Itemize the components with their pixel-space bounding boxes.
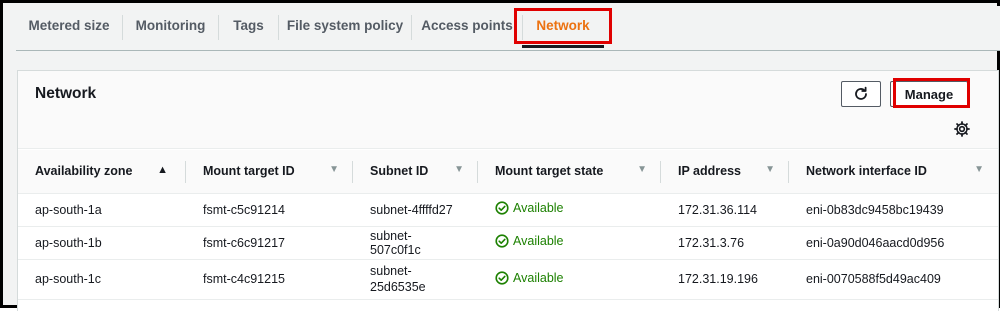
column-header-subnet-id[interactable]: Subnet ID ▼ xyxy=(353,150,478,194)
tab-network[interactable]: Network xyxy=(519,6,607,50)
column-header-label: Availability zone xyxy=(35,164,133,179)
settings-gear-icon[interactable] xyxy=(953,120,971,138)
column-header-label: Subnet ID xyxy=(370,164,429,179)
cell-mount-target-state: Available xyxy=(478,226,661,260)
cell-subnet-id: subnet-507c0f1c xyxy=(353,226,478,260)
sort-icon: ▼ xyxy=(329,164,339,175)
column-header-availability-zone[interactable]: Availability zone ▲ xyxy=(18,150,186,194)
status-check-icon xyxy=(495,234,509,248)
cell-network-interface-id: eni-0070588f5d49ac409 xyxy=(789,259,998,300)
cell-mount-target-id: fsmt-c5c91214 xyxy=(186,193,353,227)
column-header-label: Mount target ID xyxy=(203,164,295,179)
status-badge: Available xyxy=(495,271,564,285)
tab-monitoring[interactable]: Monitoring xyxy=(123,6,218,50)
column-header-network-interface-id[interactable]: Network interface ID ▼ xyxy=(789,150,998,194)
panel-title: Network xyxy=(35,85,97,102)
sort-icon: ▼ xyxy=(454,164,464,175)
table-row: ap-south-1c fsmt-c4c91215 subnet- 25d653… xyxy=(18,259,998,300)
table-header-row: Availability zone ▲ Mount target ID ▼ Su… xyxy=(18,150,998,194)
cell-mount-target-state: Available xyxy=(478,193,661,227)
cell-network-interface-id: eni-0b83dc9458bc19439 xyxy=(789,193,998,227)
column-header-mount-target-id[interactable]: Mount target ID ▼ xyxy=(186,150,353,194)
sort-icon: ▼ xyxy=(765,164,775,175)
cell-mount-target-id: fsmt-c4c91215 xyxy=(186,259,353,300)
status-badge: Available xyxy=(495,201,564,215)
refresh-button[interactable] xyxy=(841,81,881,107)
column-header-label: Network interface ID xyxy=(806,164,927,179)
subnet-id-line: 25d6535e xyxy=(370,280,426,294)
cell-availability-zone: ap-south-1b xyxy=(18,226,186,260)
column-header-label: Mount target state xyxy=(495,164,604,179)
status-label: Available xyxy=(513,201,564,215)
status-label: Available xyxy=(513,234,564,248)
cell-subnet-id: subnet- 25d6535e xyxy=(353,259,478,300)
column-header-ip-address[interactable]: IP address ▼ xyxy=(661,150,789,194)
subnet-id-line: subnet- xyxy=(370,264,412,278)
cell-mount-target-id: fsmt-c6c91217 xyxy=(186,226,353,260)
manage-button[interactable]: Manage xyxy=(890,81,968,107)
cell-ip-address: 172.31.3.76 xyxy=(661,226,789,260)
mount-targets-table: Availability zone ▲ Mount target ID ▼ Su… xyxy=(18,150,998,300)
table-row: ap-south-1a fsmt-c5c91214 subnet-4ffffd2… xyxy=(18,193,998,227)
panel-header: Network Manage xyxy=(18,71,998,149)
tab-bar: Metered size Monitoring Tags File system… xyxy=(16,6,1000,51)
cell-subnet-id: subnet-4ffffd27 xyxy=(353,193,478,227)
tab-file-system-policy[interactable]: File system policy xyxy=(279,6,411,50)
cell-network-interface-id: eni-0a90d046aacd0d956 xyxy=(789,226,998,260)
sort-ascending-icon: ▲ xyxy=(157,164,168,176)
sort-icon: ▼ xyxy=(637,164,647,175)
cell-availability-zone: ap-south-1c xyxy=(18,259,186,300)
refresh-icon xyxy=(855,86,867,100)
tab-access-points[interactable]: Access points xyxy=(412,6,522,50)
column-header-label: IP address xyxy=(678,164,742,179)
cell-ip-address: 172.31.36.114 xyxy=(661,193,789,227)
cell-mount-target-state: Available xyxy=(478,259,661,300)
network-panel: Network Manage Availability zone ▲ Mount… xyxy=(17,70,999,311)
active-tab-indicator xyxy=(522,45,604,48)
window-frame: Metered size Monitoring Tags File system… xyxy=(0,0,1000,311)
tab-tags[interactable]: Tags xyxy=(219,6,278,50)
status-check-icon xyxy=(495,201,509,215)
status-badge: Available xyxy=(495,234,564,248)
status-label: Available xyxy=(513,270,564,285)
cell-ip-address: 172.31.19.196 xyxy=(661,259,789,300)
tab-metered-size[interactable]: Metered size xyxy=(16,6,122,50)
sort-icon: ▼ xyxy=(974,164,984,175)
table-row: ap-south-1b fsmt-c6c91217 subnet-507c0f1… xyxy=(18,226,998,260)
cell-availability-zone: ap-south-1a xyxy=(18,193,186,227)
column-header-mount-target-state[interactable]: Mount target state ▼ xyxy=(478,150,661,194)
status-check-icon xyxy=(495,270,509,285)
